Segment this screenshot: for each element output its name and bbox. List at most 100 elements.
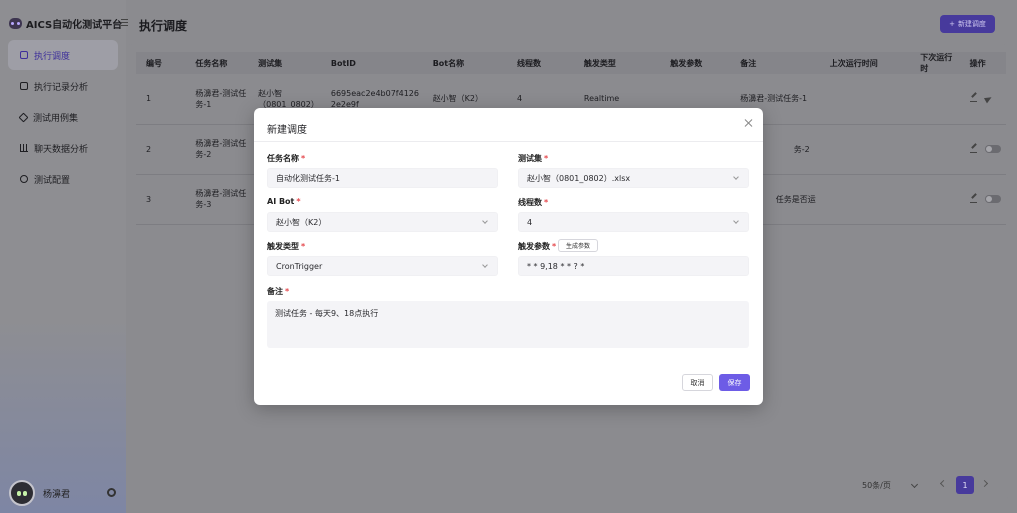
enable-toggle[interactable] <box>984 195 1001 203</box>
cell-id: 1 <box>136 74 186 125</box>
current-page-button[interactable]: 1 <box>956 476 974 494</box>
task-name-input[interactable] <box>276 173 497 183</box>
required-mark: * <box>544 198 549 207</box>
edit-icon[interactable] <box>969 95 977 103</box>
col-header: 任务名称 <box>185 52 249 74</box>
required-mark: * <box>544 154 549 163</box>
col-header: 触发参数 <box>660 52 731 74</box>
sidebar-item-label: 测试用例集 <box>33 113 79 124</box>
cell-actions <box>959 124 1006 175</box>
cell-next-run <box>910 124 960 175</box>
new-schedule-label: 新建调度 <box>957 20 986 28</box>
trigger-type-label: 触发类型 * <box>267 242 306 251</box>
chat-record-icon <box>20 82 28 90</box>
sidebar-item-schedule[interactable]: 执行调度 <box>8 40 118 70</box>
required-mark: * <box>296 197 301 206</box>
sidebar-item-test-cases[interactable]: 测试用例集 <box>8 102 118 132</box>
sidebar-item-chat-analysis[interactable]: 聊天数据分析 <box>8 133 118 163</box>
app-title: AICS自动化测试平台 <box>26 20 123 31</box>
edit-icon[interactable] <box>969 146 977 153</box>
avatar <box>9 480 35 506</box>
sidebar-nav: 执行调度 执行记录分析 测试用例集 聊天数据分析 测试配置 <box>8 40 118 195</box>
ai-bot-select[interactable]: 赵小智（K2） <box>267 212 498 232</box>
col-header: 触发类型 <box>573 52 661 74</box>
col-header: 线程数 <box>507 52 574 74</box>
required-mark: * <box>301 242 306 251</box>
sidebar-item-label: 执行记录分析 <box>34 82 89 93</box>
cell-actions <box>959 74 1006 125</box>
trigger-params-input[interactable] <box>527 261 748 271</box>
sidebar-item-execution-analysis[interactable]: 执行记录分析 <box>8 71 118 101</box>
gear-icon <box>20 175 28 183</box>
new-schedule-dialog: 新建调度 任务名称* 测试集* 赵小智（0801_0802）.xlsx AI B… <box>254 108 763 405</box>
table-header-row: 编号 任务名称 测试集 BotID Bot名称 线程数 触发类型 触发参数 备注… <box>136 52 1006 74</box>
cell-last-run <box>819 124 911 175</box>
ai-bot-value: 赵小智（K2） <box>276 217 327 227</box>
cell-next-run <box>910 174 960 225</box>
threads-label: 线程数 * <box>518 198 549 207</box>
enable-toggle[interactable] <box>984 145 1001 153</box>
col-header: 备注 <box>730 52 820 74</box>
sidebar: AICS自动化测试平台 执行调度 执行记录分析 测试用例集 聊天数据分析 测试配… <box>0 0 128 513</box>
col-header: Bot名称 <box>422 52 508 74</box>
col-header: 上次运行时间 <box>819 52 911 74</box>
col-header: 下次运行时 <box>910 52 960 74</box>
task-name-label: 任务名称 * <box>267 154 306 163</box>
generate-params-button[interactable]: 生成参数 <box>558 239 598 252</box>
edit-icon[interactable] <box>969 196 977 203</box>
pagination: 50条/页 1 <box>126 476 1017 494</box>
trigger-type-value: CronTrigger <box>276 261 323 271</box>
next-page-icon[interactable] <box>980 479 989 488</box>
chevron-down-icon <box>733 174 739 180</box>
diamond-icon <box>18 112 29 122</box>
chevron-down-icon <box>733 218 739 224</box>
sidebar-item-label: 测试配置 <box>34 175 71 186</box>
new-schedule-button[interactable]: + 新建调度 <box>940 15 995 33</box>
cancel-button[interactable]: 取消 <box>682 374 713 391</box>
note-label: 备注 * <box>267 287 290 296</box>
cell-id: 3 <box>136 174 186 225</box>
ai-bot-label: AI Bot * <box>267 197 301 206</box>
col-header: 编号 <box>136 52 186 74</box>
trigger-type-select[interactable]: CronTrigger <box>267 256 498 276</box>
cell-actions <box>959 174 1006 225</box>
chevron-down-icon <box>482 218 488 224</box>
required-mark: * <box>552 242 557 251</box>
col-header: BotID <box>320 52 423 74</box>
chevron-down-icon[interactable] <box>910 480 919 489</box>
app-logo[interactable]: AICS自动化测试平台 <box>9 16 122 31</box>
test-set-select[interactable]: 赵小智（0801_0802）.xlsx <box>518 168 749 188</box>
dialog-title: 新建调度 <box>267 125 307 136</box>
robot-logo-icon <box>9 18 22 29</box>
trigger-params-field[interactable] <box>518 256 749 276</box>
close-icon[interactable] <box>744 118 754 128</box>
settings-gear-icon[interactable] <box>107 488 116 497</box>
cell-name: 杨濞君-测试任务-1 <box>185 74 249 125</box>
sidebar-item-test-config[interactable]: 测试配置 <box>8 164 118 194</box>
chevron-down-icon <box>482 262 488 268</box>
col-header: 测试集 <box>248 52 321 74</box>
col-header: 操作 <box>959 52 1006 74</box>
schedule-icon <box>20 51 28 59</box>
cell-next-run <box>910 74 960 125</box>
cell-name: 杨濞君-测试任务-2 <box>185 124 249 175</box>
save-button[interactable]: 保存 <box>719 374 750 391</box>
test-set-value: 赵小智（0801_0802）.xlsx <box>527 173 631 183</box>
user-name: 杨濞君 <box>43 489 71 500</box>
cell-id: 2 <box>136 124 186 175</box>
user-profile[interactable]: 杨濞君 <box>9 480 70 506</box>
sidebar-item-label: 聊天数据分析 <box>34 144 89 155</box>
send-icon[interactable] <box>983 94 993 104</box>
trigger-params-label: 触发参数 * <box>518 242 557 251</box>
cell-last-run <box>819 174 911 225</box>
plus-icon: + <box>949 20 955 28</box>
sidebar-item-label: 执行调度 <box>34 51 71 62</box>
threads-select[interactable]: 4 <box>518 212 749 232</box>
page-size-select[interactable]: 50条/页 <box>862 480 891 491</box>
task-name-field[interactable] <box>267 168 498 188</box>
prev-page-icon[interactable] <box>939 479 948 488</box>
required-mark: * <box>301 154 306 163</box>
note-textarea[interactable]: 测试任务 - 每天9、18点执行 <box>267 301 749 348</box>
page-title: 执行调度 <box>139 19 188 33</box>
threads-value: 4 <box>527 217 533 227</box>
